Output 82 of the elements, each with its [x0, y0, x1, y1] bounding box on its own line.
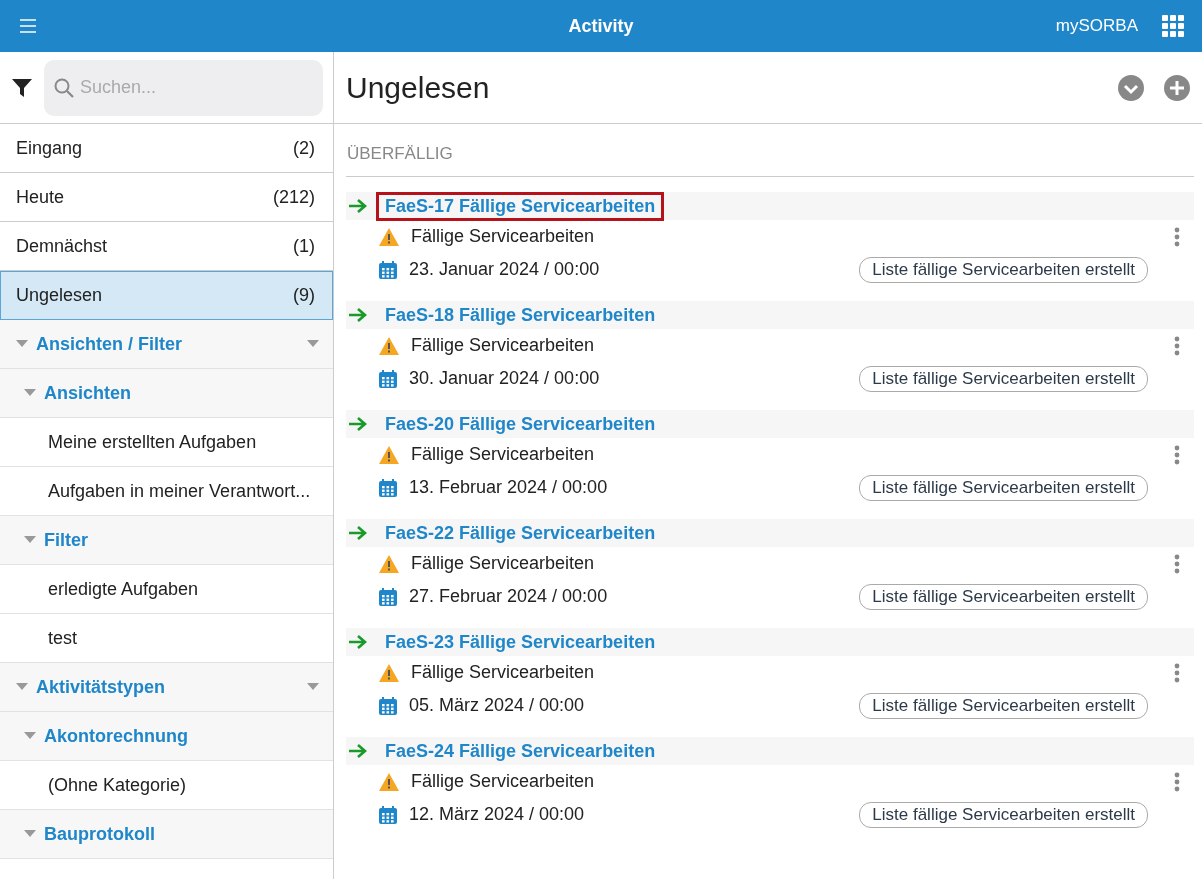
nav-label: Eingang: [16, 137, 83, 159]
nav-item[interactable]: Ungelesen (9): [0, 271, 333, 320]
warning-icon: [379, 445, 399, 464]
caret-icon[interactable]: [16, 683, 28, 691]
warning-icon: [379, 227, 399, 246]
caret-icon[interactable]: [24, 830, 36, 838]
tree-group[interactable]: Filter: [0, 516, 333, 565]
caret-icon[interactable]: [24, 732, 36, 740]
arrow-right-icon: [348, 743, 368, 759]
arrow-right-icon: [348, 307, 368, 323]
activity-tag: Liste fällige Servicearbeiten erstellt: [859, 583, 1148, 610]
activity-tag: Liste fällige Servicearbeiten erstellt: [859, 256, 1148, 283]
menu-icon[interactable]: [18, 18, 38, 34]
caret-icon[interactable]: [16, 340, 28, 348]
search-icon: [54, 77, 74, 98]
warning-icon: [379, 663, 399, 682]
arrow-right-icon: [348, 416, 368, 432]
calendar-icon: [379, 478, 397, 497]
tree-group[interactable]: Bauprotokoll: [0, 810, 333, 859]
page-title: Ungelesen: [346, 70, 491, 105]
activity-link[interactable]: FaeS-17 Fällige Servicearbeiten: [376, 191, 665, 221]
activity-link[interactable]: FaeS-22 Fällige Servicearbeiten: [376, 518, 665, 548]
arrow-right-icon: [348, 198, 368, 214]
more-vertical-icon[interactable]: [1174, 771, 1180, 792]
activity-subject: Fällige Servicearbeiten: [411, 662, 596, 683]
arrow-right-icon: [348, 525, 368, 541]
add-circle-icon[interactable]: [1164, 74, 1190, 101]
caret-icon[interactable]: [24, 536, 36, 544]
activity-link[interactable]: FaeS-18 Fällige Servicearbeiten: [376, 300, 665, 330]
nav-count: (2): [293, 137, 315, 159]
search-field[interactable]: Suchen...: [44, 59, 323, 116]
activity-date: 13. Februar 2024 / 00:00: [409, 477, 609, 498]
activity-subject: Fällige Servicearbeiten: [411, 771, 596, 792]
brand-name: mySORBA: [1055, 16, 1138, 36]
apps-grid-icon[interactable]: [1162, 15, 1184, 37]
nav-count: (9): [293, 284, 315, 306]
dropdown-caret-icon[interactable]: [307, 340, 319, 348]
more-vertical-icon[interactable]: [1174, 662, 1180, 683]
activity-date: 05. März 2024 / 00:00: [409, 695, 586, 716]
warning-icon: [379, 336, 399, 355]
nav-count: (1): [293, 235, 315, 257]
nav-label: Ungelesen: [16, 284, 103, 306]
more-vertical-icon[interactable]: [1174, 335, 1180, 356]
activity-link[interactable]: FaeS-20 Fällige Servicearbeiten: [376, 409, 665, 439]
activity-subject: Fällige Servicearbeiten: [411, 226, 596, 247]
caret-icon[interactable]: [24, 389, 36, 397]
activity-date: 12. März 2024 / 00:00: [409, 804, 586, 825]
nav-count: (212): [272, 186, 315, 208]
activity-tag: Liste fällige Servicearbeiten erstellt: [859, 801, 1148, 828]
activity-date: 30. Januar 2024 / 00:00: [409, 368, 601, 389]
dropdown-caret-icon[interactable]: [307, 683, 319, 691]
chevron-down-circle-icon[interactable]: [1118, 74, 1144, 101]
calendar-icon: [379, 587, 397, 606]
activity-subject: Fällige Servicearbeiten: [411, 444, 596, 465]
calendar-icon: [379, 805, 397, 824]
tree-group[interactable]: Akontorechnung: [0, 712, 333, 761]
section-heading: ÜBERFÄLLIG: [346, 124, 1194, 177]
activity-link[interactable]: FaeS-23 Fällige Servicearbeiten: [376, 627, 665, 657]
tree-group[interactable]: Aktivitätstypen: [0, 663, 333, 712]
tree-group[interactable]: Ansichten / Filter: [0, 320, 333, 369]
calendar-icon: [379, 369, 397, 388]
more-vertical-icon[interactable]: [1174, 553, 1180, 574]
more-vertical-icon[interactable]: [1174, 444, 1180, 465]
warning-icon: [379, 554, 399, 573]
activity-date: 27. Februar 2024 / 00:00: [409, 586, 609, 607]
activity-tag: Liste fällige Servicearbeiten erstellt: [859, 692, 1148, 719]
nav-label: Demnächst: [16, 235, 108, 257]
activity-subject: Fällige Servicearbeiten: [411, 553, 596, 574]
activity-tag: Liste fällige Servicearbeiten erstellt: [859, 474, 1148, 501]
activity-subject: Fällige Servicearbeiten: [411, 335, 596, 356]
more-vertical-icon[interactable]: [1174, 226, 1180, 247]
window-title: Activity: [568, 15, 634, 37]
arrow-right-icon: [348, 634, 368, 650]
activity-tag: Liste fällige Servicearbeiten erstellt: [859, 365, 1148, 392]
calendar-icon: [379, 260, 397, 279]
activity-date: 23. Januar 2024 / 00:00: [409, 259, 601, 280]
calendar-icon: [379, 696, 397, 715]
warning-icon: [379, 772, 399, 791]
activity-link[interactable]: FaeS-24 Fällige Servicearbeiten: [376, 736, 665, 766]
tree-group[interactable]: Ansichten: [0, 369, 333, 418]
filter-icon[interactable]: [12, 77, 32, 98]
nav-label: Heute: [16, 186, 65, 208]
